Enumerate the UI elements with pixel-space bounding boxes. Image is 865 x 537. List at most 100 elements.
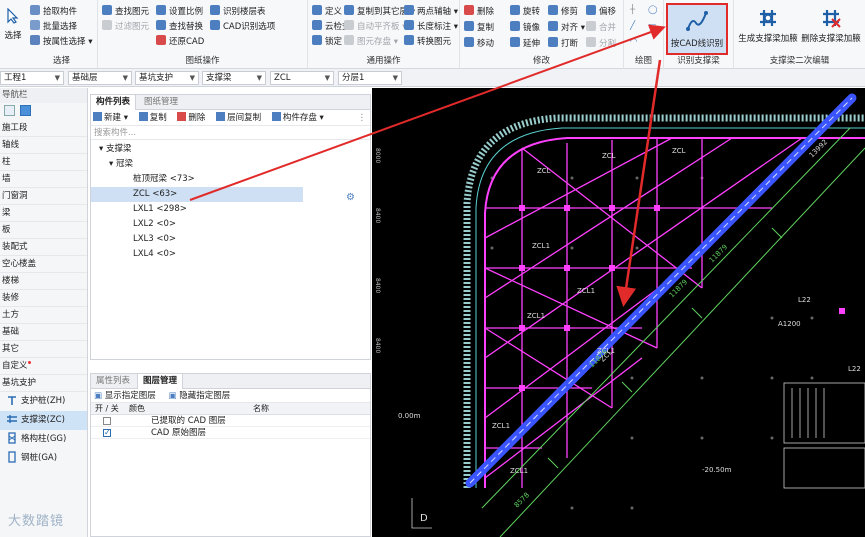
rotate-button[interactable]: 旋转 <box>510 5 540 18</box>
floor-dropdown[interactable]: 基础层 ▼ <box>68 71 132 85</box>
tree-node-pile-top-beam[interactable]: 桩顶冠梁 <73> <box>91 172 370 187</box>
generate-haunch-button[interactable]: 生成支撑梁加腋 <box>736 6 800 44</box>
nav-item-hollow-floor[interactable]: 空心楼盖 <box>0 256 87 273</box>
draw-rect-tool[interactable]: ▭ <box>648 20 656 33</box>
pick-component-button[interactable]: 拾取构件 <box>30 5 77 18</box>
list-view-icon[interactable] <box>20 105 31 116</box>
split-button[interactable]: 分割 <box>586 37 616 50</box>
nav-item-earthwork[interactable]: 土方 <box>0 307 87 324</box>
nav-item-axis[interactable]: 轴线 <box>0 137 87 154</box>
nav-item-construction-section[interactable]: 施工段 <box>0 120 87 137</box>
save-element-button[interactable]: 图元存盘 ▾ <box>344 35 398 48</box>
tree-node-lxl1[interactable]: LXL1 <298> <box>91 202 370 217</box>
component-type-dropdown[interactable]: 支撑梁 ▼ <box>202 71 266 85</box>
grid-view-icon[interactable] <box>4 105 15 116</box>
category-dropdown[interactable]: 基坑支护 ▼ <box>135 71 199 85</box>
settings-gear-icon[interactable]: ⚙ <box>346 192 355 203</box>
chevron-down-icon: ▼ <box>392 74 398 82</box>
batch-select-button[interactable]: 批量选择 <box>30 20 77 33</box>
hide-layer-icon: ▣ <box>168 391 177 401</box>
find-element-button[interactable]: 查找图元 <box>102 5 149 18</box>
trim-button[interactable]: 修剪 <box>548 5 578 18</box>
layer-panel-tabs: 属性列表 图层管理 <box>91 374 370 389</box>
tree-node-zcl[interactable]: ZCL <63> <box>91 187 303 202</box>
delete-haunch-button[interactable]: 删除支撑梁加腋 <box>798 6 864 44</box>
convert-element-button[interactable]: 转换图元 <box>404 35 451 48</box>
auto-align-slab-button[interactable]: 自动平齐板 ▾ <box>344 20 406 33</box>
length-dimension-button[interactable]: 长度标注 ▾ <box>404 20 458 33</box>
interlayer-copy-button[interactable]: 层间复制 <box>216 110 261 126</box>
merge-icon <box>586 21 596 31</box>
hide-layer-button[interactable]: ▣ 隐藏指定图层 <box>168 389 230 403</box>
draw-point-tool[interactable]: ┼ <box>630 4 635 17</box>
layer-toggle-checkbox[interactable] <box>103 427 111 439</box>
nav-item-column[interactable]: 柱 <box>0 154 87 171</box>
ribbon-group-drawing-ops: 查找图元 过滤图元 设置比例 查找替换 还原CAD 识别楼层表 CAD识别选项 … <box>98 0 308 69</box>
tree-node-lxl4[interactable]: LXL4 <0> <box>91 247 370 262</box>
offset-button[interactable]: 偏移 <box>586 5 616 18</box>
nav-item-wall[interactable]: 墙 <box>0 171 87 188</box>
layer-dropdown[interactable]: 分层1 ▼ <box>338 71 402 85</box>
tab-drawing-manage[interactable]: 图纸管理 <box>139 95 183 110</box>
filter-element-button[interactable]: 过滤图元 <box>102 20 149 33</box>
more-icon[interactable]: ⋮ <box>358 110 367 126</box>
mirror-button[interactable]: 镜像 <box>510 21 540 34</box>
nav-item-slab[interactable]: 板 <box>0 222 87 239</box>
nav-sub-support-pile[interactable]: 支护桩(ZH) <box>0 392 87 411</box>
restore-cad-button[interactable]: 还原CAD <box>156 35 204 48</box>
layer-toggle-checkbox[interactable] <box>103 417 111 425</box>
merge-button[interactable]: 合并 <box>586 21 616 34</box>
new-component-button[interactable]: 新建 ▾ <box>93 110 128 126</box>
extend-button[interactable]: 延伸 <box>510 37 540 50</box>
tree-node-crown-beam[interactable]: ▾ 冠梁 <box>91 157 370 172</box>
trim-icon <box>548 5 558 15</box>
move-icon <box>464 37 474 47</box>
delete-button[interactable]: 删除 <box>464 5 494 18</box>
tab-component-list[interactable]: 构件列表 <box>91 95 137 110</box>
find-replace-button[interactable]: 查找替换 <box>156 20 203 33</box>
label-a1200: A1200 <box>778 320 801 328</box>
align-button[interactable]: 对齐 ▾ <box>548 21 585 34</box>
nav-item-door-window[interactable]: 门窗洞 <box>0 188 87 205</box>
draw-arc-tool[interactable]: ◠ <box>630 36 637 49</box>
component-search-input[interactable]: 搜索构件... <box>91 126 370 140</box>
tree-node-lxl2[interactable]: LXL2 <0> <box>91 217 370 232</box>
nav-item-beam[interactable]: 梁 <box>0 205 87 222</box>
component-dropdown[interactable]: ZCL ▼ <box>270 71 334 85</box>
identify-by-cad-line-button[interactable]: 按CAD线识别 <box>666 3 728 55</box>
draw-line-tool[interactable]: ╱ <box>630 20 635 33</box>
copy-button[interactable]: 复制 <box>464 21 494 34</box>
tab-property-list[interactable]: 属性列表 <box>91 374 135 389</box>
nav-item-other[interactable]: 其它 <box>0 341 87 358</box>
nav-item-custom[interactable]: 自定义 <box>0 358 87 375</box>
identify-floor-table-button[interactable]: 识别楼层表 <box>210 5 266 18</box>
nav-sub-lattice-column[interactable]: 格构柱(GG) <box>0 430 87 449</box>
steel-pile-icon <box>8 451 16 463</box>
break-button[interactable]: 打断 <box>548 37 578 50</box>
draw-circle-tool[interactable]: ◯ <box>648 4 658 17</box>
delete-component-button[interactable]: 删除 <box>177 110 205 126</box>
set-scale-button[interactable]: 设置比例 <box>156 5 203 18</box>
tab-layer-manage[interactable]: 图层管理 <box>137 374 184 389</box>
nav-item-prefab[interactable]: 装配式 <box>0 239 87 256</box>
copy-component-button[interactable]: 复制 <box>138 110 167 126</box>
nav-item-pit-support[interactable]: 基坑支护 <box>0 375 87 392</box>
select-tool-button[interactable]: 选择 <box>2 7 24 41</box>
nav-sub-steel-pile[interactable]: 钢桩(GA) <box>0 449 87 468</box>
move-button[interactable]: 移动 <box>464 37 494 50</box>
find-icon <box>102 5 112 15</box>
tree-node-support-beam[interactable]: ▾ 支撑梁 <box>91 142 370 157</box>
nav-item-foundation[interactable]: 基础 <box>0 324 87 341</box>
cad-options-button[interactable]: CAD识别选项 <box>210 20 275 33</box>
cad-drawing-canvas[interactable]: 8000 8400 8400 8400 ZCL ZCL ZCL ZCL1 ZCL… <box>372 88 865 537</box>
show-layer-button[interactable]: ▣ 显示指定图层 <box>94 389 156 403</box>
save-component-button[interactable]: 构件存盘 ▾ <box>271 110 324 126</box>
nav-sub-support-beam[interactable]: 支撑梁(ZC) <box>0 411 87 430</box>
define-button[interactable]: 定义 <box>312 5 342 18</box>
project-dropdown[interactable]: 工程1 ▼ <box>0 71 64 85</box>
nav-item-decoration[interactable]: 装修 <box>0 290 87 307</box>
tree-node-lxl3[interactable]: LXL3 <0> <box>91 232 370 247</box>
two-point-axis-button[interactable]: 两点辅轴 ▾ <box>404 5 458 18</box>
nav-item-stairs[interactable]: 楼梯 <box>0 273 87 290</box>
select-by-attribute-button[interactable]: 按属性选择 ▾ <box>30 35 92 48</box>
